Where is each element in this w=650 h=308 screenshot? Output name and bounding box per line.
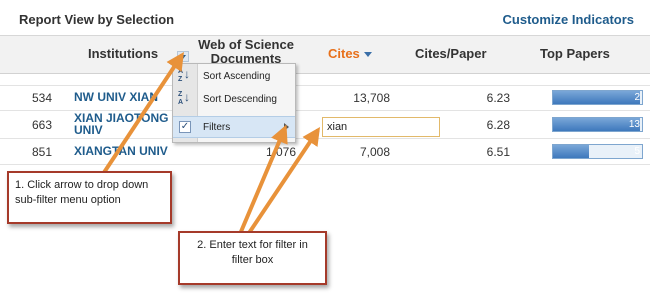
cites-per-paper-value: 6.51 (486, 145, 510, 159)
header-web-of-science-documents[interactable]: Web of Science Documents (194, 38, 298, 66)
filter-text-input[interactable] (322, 117, 440, 137)
sort-ascending-arrow-glyph: ↓ (184, 67, 190, 81)
callout-2-arrow-to-filters (238, 124, 288, 235)
top-papers-bar-fill (553, 118, 641, 131)
instruction-callout-1: 1. Click arrow to drop down sub-filter m… (7, 171, 172, 224)
submenu-arrow-icon (284, 123, 289, 131)
table-header: Institutions Web of Science Documents Ci… (0, 36, 650, 74)
page-title: Report View by Selection (19, 12, 175, 27)
row-divider (0, 164, 650, 165)
top-papers-value: 5 (634, 146, 640, 157)
row-rank: 663 (31, 118, 52, 132)
header-cites[interactable]: Cites (328, 46, 372, 61)
institution-link[interactable]: XIANGTAN UNIV (74, 145, 168, 157)
menu-item-sort-ascending[interactable]: AZ ↓ Sort Ascending (173, 66, 295, 88)
column-options-menu: AZ ↓ Sort Ascending ZA ↓ Sort Descending… (172, 63, 296, 143)
top-papers-value: 2 (634, 92, 640, 103)
top-papers-bar[interactable]: 2 (552, 90, 643, 105)
header-top-papers[interactable]: Top Papers (540, 46, 610, 61)
row-divider (0, 138, 650, 139)
row-rank: 534 (31, 91, 52, 105)
menu-item-label: Sort Descending (203, 94, 277, 105)
cites-value: 7,008 (359, 145, 390, 159)
checkbox-checked-icon[interactable]: ✓ (179, 121, 191, 133)
instruction-callout-2: 2. Enter text for filter in filter box (178, 231, 327, 285)
institution-link[interactable]: XIAN JIAOTONG UNIV (74, 112, 168, 136)
menu-item-sort-descending[interactable]: ZA ↓ Sort Descending (173, 89, 295, 111)
top-papers-bar-fill (553, 91, 641, 104)
header-cites-per-paper[interactable]: Cites/Paper (415, 46, 487, 61)
cites-value: 13,708 (353, 91, 390, 105)
top-papers-bar-fill (553, 145, 589, 158)
institutions-sort-dropdown-icon[interactable] (177, 51, 189, 62)
cites-per-paper-value: 6.28 (486, 118, 510, 132)
row-divider (0, 85, 650, 86)
menu-item-label: Filters (203, 122, 231, 133)
header-wos-line1: Web of Science (198, 37, 294, 52)
top-papers-value: 13 (628, 119, 640, 130)
cites-per-paper-value: 6.23 (486, 91, 510, 105)
menu-item-filters[interactable]: ✓ Filters (173, 116, 295, 138)
sort-descending-caret-icon (363, 52, 372, 58)
header-institutions[interactable]: Institutions (88, 46, 158, 61)
header-cites-label: Cites (328, 46, 360, 61)
institution-link[interactable]: NW UNIV XIAN (74, 91, 158, 103)
sort-descending-arrow-glyph: ↓ (184, 90, 190, 104)
row-rank: 851 (31, 145, 52, 159)
customize-indicators-link[interactable]: Customize Indicators (503, 12, 634, 27)
wos-documents-value: 1,076 (265, 145, 296, 159)
menu-item-label: Sort Ascending (203, 71, 271, 82)
institution-name-line2: UNIV (74, 123, 103, 137)
top-papers-bar[interactable]: 13 (552, 117, 643, 132)
top-papers-bar[interactable]: 5 (552, 144, 643, 159)
